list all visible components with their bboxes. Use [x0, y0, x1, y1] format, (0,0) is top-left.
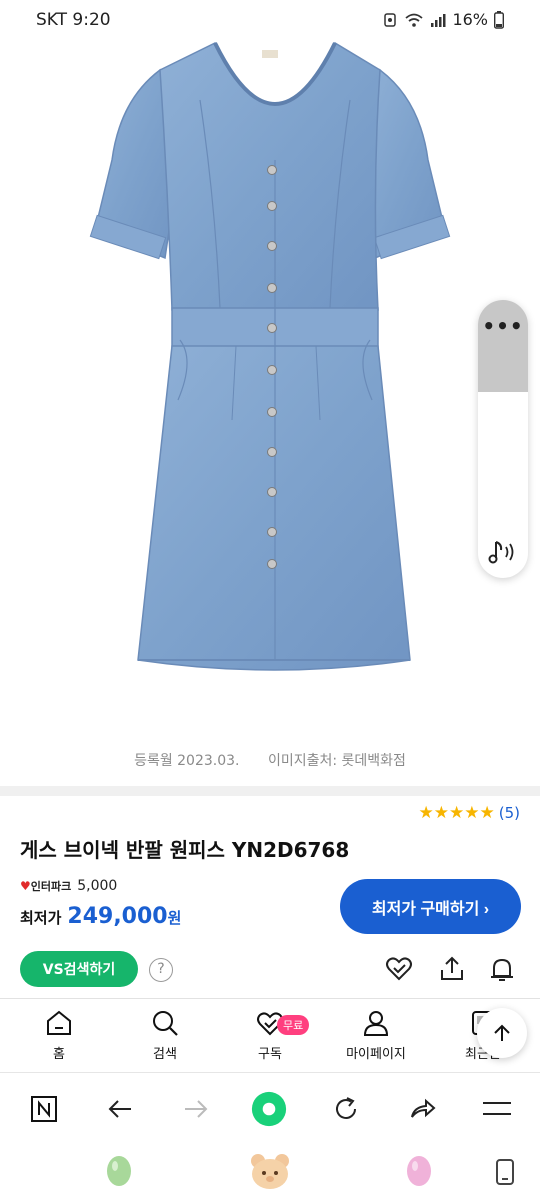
arrow-left-icon [108, 1100, 131, 1118]
nav-item-subscribe[interactable]: 구독 무료 [225, 1007, 315, 1062]
alarm-icon [384, 12, 397, 27]
status-bar: SKT 9:20 16% [0, 0, 540, 40]
jelly-bean-pink-icon[interactable] [404, 1154, 434, 1188]
lowest-price-value: 249,000 [67, 904, 168, 929]
system-navigation-bar [0, 1144, 540, 1200]
bottom-navigation: 홈 검색 구독 무료 마이페이지 최근본 [0, 999, 540, 1071]
audio-read-icon[interactable] [488, 538, 518, 566]
price-alert-bell-icon[interactable] [487, 954, 517, 984]
green-dot-icon [251, 1091, 287, 1127]
section-divider [0, 786, 540, 796]
rating[interactable]: ★★★★★ (5) [419, 803, 520, 823]
share-page-button[interactable] [404, 1091, 440, 1127]
free-badge: 무료 [277, 1015, 310, 1035]
nav-item-search[interactable]: 검색 [120, 1007, 210, 1062]
refresh-icon [336, 1097, 356, 1119]
seller-row[interactable]: ♥인터파크 5,000 [20, 878, 117, 894]
interpark-logo: ♥인터파크 [20, 879, 72, 893]
heart-icon: ♥ [20, 879, 31, 893]
seller-price: 5,000 [77, 878, 118, 894]
forward-button[interactable] [178, 1091, 214, 1127]
buy-lowest-price-button[interactable]: 최저가 구매하기 › [340, 879, 521, 934]
share-arrow-icon [411, 1098, 436, 1118]
product-title: 게스 브이넥 반팔 원피스 YN2D6768 [20, 838, 350, 862]
user-icon [363, 1011, 389, 1036]
lowest-price-row: 최저가 249,000원 [20, 904, 181, 929]
more-icon[interactable]: ••• [478, 314, 528, 338]
help-icon[interactable]: ? [149, 958, 173, 982]
scroll-to-top-button[interactable] [477, 1008, 527, 1058]
browser-toolbar [0, 1072, 540, 1144]
vs-search-button[interactable]: VS검색하기 [20, 951, 138, 987]
floating-side-panel[interactable]: ••• [478, 300, 528, 578]
wishlist-heart-icon[interactable] [384, 954, 414, 984]
status-icons: 16% [382, 10, 504, 29]
star-rating: ★★★★★ [418, 803, 495, 823]
registered-date: 등록월 2023.03. [134, 753, 240, 769]
battery-icon [494, 10, 504, 29]
battery-percent: 16% [452, 10, 488, 29]
nav-label-home: 홈 [53, 1047, 65, 1062]
nav-item-home[interactable]: 홈 [14, 1007, 104, 1062]
menu-button[interactable] [479, 1091, 515, 1127]
bear-face-icon[interactable] [249, 1152, 291, 1190]
nav-label-search: 검색 [153, 1047, 177, 1062]
search-icon [153, 1011, 178, 1036]
product-image[interactable] [0, 40, 540, 720]
review-count[interactable]: (5) [499, 804, 520, 822]
hamburger-menu-icon [483, 1102, 511, 1115]
signal-icon [431, 13, 446, 27]
back-button[interactable] [102, 1091, 138, 1127]
nav-item-mypage[interactable]: 마이페이지 [331, 1007, 421, 1062]
refresh-button[interactable] [328, 1091, 364, 1127]
phone-icon[interactable] [494, 1158, 516, 1186]
arrow-right-icon [185, 1100, 208, 1118]
currency-label: 원 [167, 909, 182, 927]
naver-n-icon [31, 1096, 57, 1122]
arrow-up-icon [494, 1024, 510, 1041]
lowest-price-label: 최저가 [20, 909, 62, 927]
status-time: SKT 9:20 [36, 10, 111, 30]
share-icon[interactable] [437, 954, 467, 984]
nav-label-mypage: 마이페이지 [346, 1047, 406, 1062]
image-caption: 등록월 2023.03. 이미지출처: 롯데백화점 [0, 750, 540, 770]
home-icon [47, 1010, 71, 1035]
naver-home-button[interactable] [26, 1091, 62, 1127]
green-dot-button[interactable] [251, 1091, 287, 1127]
jelly-bean-green-icon[interactable] [104, 1154, 134, 1188]
image-source: 이미지출처: 롯데백화점 [267, 753, 406, 769]
denim-dress-image [89, 41, 451, 671]
wifi-icon [405, 13, 424, 27]
nav-label-subscribe: 구독 [258, 1047, 282, 1062]
